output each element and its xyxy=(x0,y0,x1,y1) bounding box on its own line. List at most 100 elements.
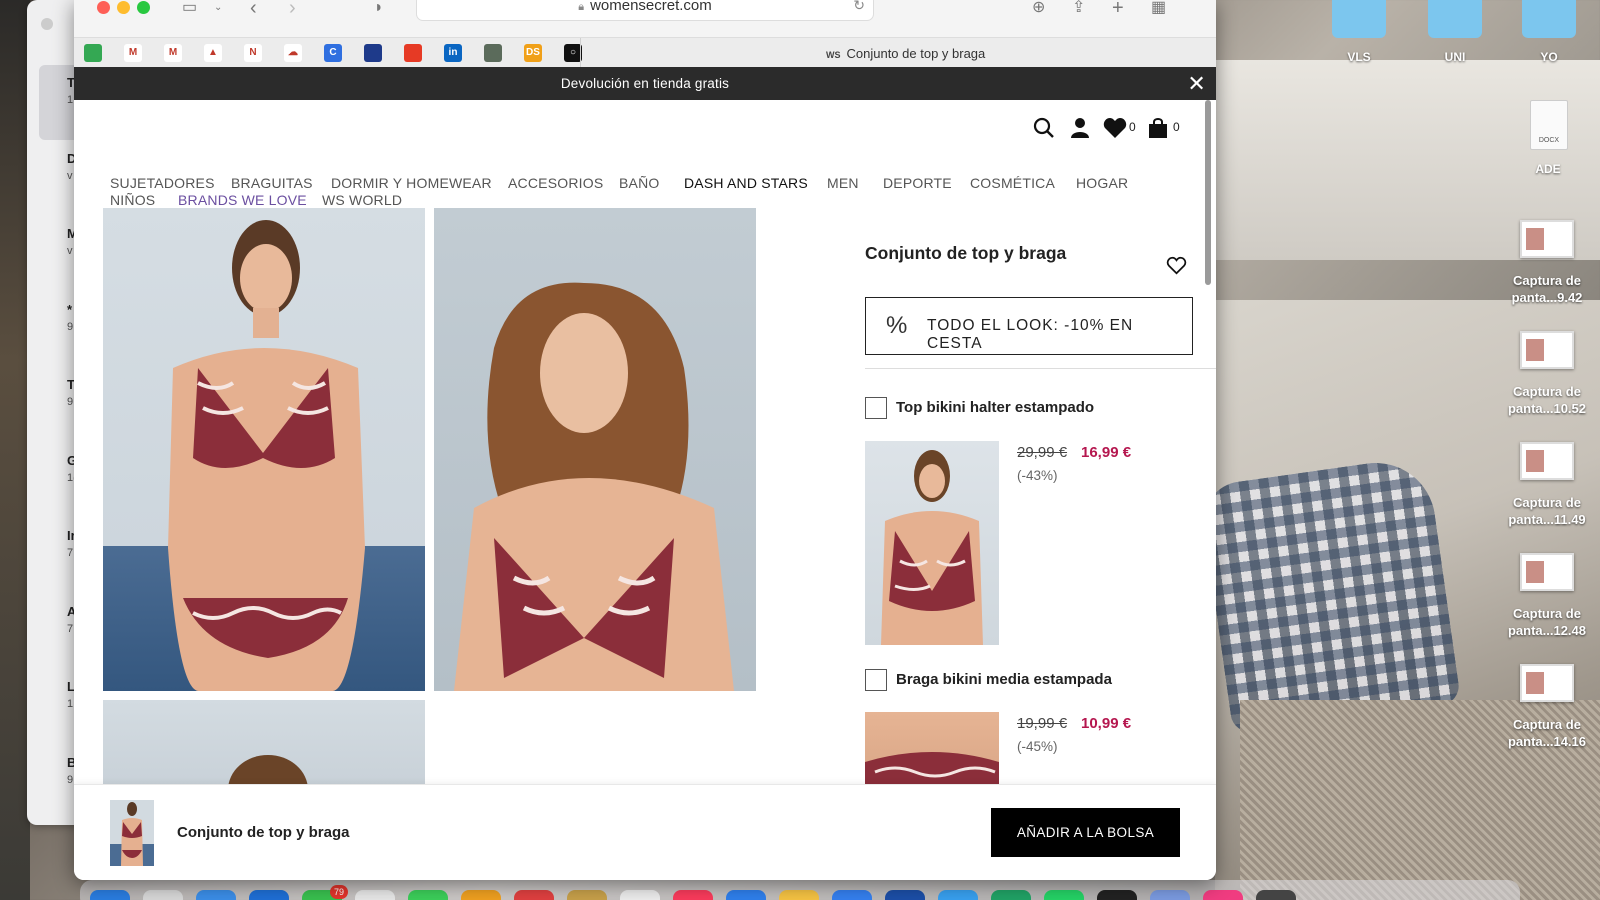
screenshot-file-icon[interactable] xyxy=(1520,331,1574,369)
nav-item-dormir-y-homewear[interactable]: DORMIR Y HOMEWEAR xyxy=(331,175,492,191)
product-photo-front[interactable] xyxy=(103,208,425,691)
shopping-bag-icon[interactable] xyxy=(1148,117,1168,139)
reload-icon[interactable]: ↻ xyxy=(853,0,865,16)
ds-icon[interactable]: DS xyxy=(524,44,542,62)
google-meet-icon[interactable] xyxy=(84,44,102,62)
download-icon[interactable]: ⊕ xyxy=(1032,0,1045,16)
dock-app-icon[interactable] xyxy=(249,890,289,900)
add-to-bag-button[interactable]: AÑADIR A LA BOLSA xyxy=(991,808,1180,857)
nav-item-braguitas[interactable]: BRAGUITAS xyxy=(231,175,313,191)
cloud-icon[interactable]: ☁ xyxy=(284,44,302,62)
dock-app-icon[interactable] xyxy=(461,890,501,900)
address-bar[interactable]: 🔒︎ womensecret.com ↻ xyxy=(416,0,874,21)
nav-item-ws-world[interactable]: WS WORLD xyxy=(322,192,402,208)
dock-app-icon[interactable] xyxy=(620,890,660,900)
gmail-icon[interactable]: M xyxy=(124,44,142,62)
item-checkbox-top[interactable] xyxy=(865,397,887,419)
folder-icon[interactable] xyxy=(1332,0,1386,38)
shield-app-icon[interactable] xyxy=(404,44,422,62)
share-icon[interactable]: ⇪ xyxy=(1072,0,1085,16)
folder-icon[interactable] xyxy=(1522,0,1576,38)
screenshot-file-icon[interactable] xyxy=(1520,664,1574,702)
nav-item-men[interactable]: MEN xyxy=(827,175,859,191)
dock-app-icon[interactable] xyxy=(408,890,448,900)
complete-look-promo[interactable]: % TODO EL LOOK: -10% EN CESTA xyxy=(865,297,1193,355)
dock-app-icon[interactable] xyxy=(1256,890,1296,900)
wishlist-count: 0 xyxy=(1129,120,1136,134)
minimize-window-button[interactable] xyxy=(117,1,130,14)
search-icon[interactable] xyxy=(1033,117,1055,139)
lock-icon: 🔒︎ xyxy=(578,1,585,13)
docx-file-icon[interactable]: DOCX xyxy=(1530,100,1568,150)
screenshot-label-line: Captura de xyxy=(1513,717,1581,732)
close-window-button[interactable] xyxy=(97,1,110,14)
bank-icon[interactable] xyxy=(364,44,382,62)
active-tab[interactable]: WS Conjunto de top y braga xyxy=(826,46,985,61)
sidebar-icon[interactable]: ▭ xyxy=(182,0,197,16)
docx-badge: DOCX xyxy=(1538,137,1560,144)
dock-app-icon[interactable] xyxy=(885,890,925,900)
item-checkbox-bottom[interactable] xyxy=(865,669,887,691)
dock-badge: 79 xyxy=(330,885,348,899)
item-name-bottom[interactable]: Braga bikini media estampada xyxy=(896,671,1112,688)
netflix-icon[interactable]: N xyxy=(244,44,262,62)
screenshot-file-icon[interactable] xyxy=(1520,442,1574,480)
forward-icon[interactable]: › xyxy=(289,0,296,18)
add-to-wishlist-heart-icon[interactable] xyxy=(1166,256,1187,275)
tab-overview-icon[interactable]: ▦ xyxy=(1151,0,1166,16)
dock-app-icon[interactable] xyxy=(1150,890,1190,900)
google-drive-icon[interactable]: ▲ xyxy=(204,44,222,62)
dock-app-icon[interactable] xyxy=(991,890,1031,900)
nav-item-hogar[interactable]: HOGAR xyxy=(1076,175,1128,191)
model-illustration xyxy=(168,220,365,691)
product-photo-third[interactable] xyxy=(103,700,425,790)
dock-app-icon[interactable] xyxy=(673,890,713,900)
dock-app-icon[interactable] xyxy=(832,890,872,900)
linkedin-icon[interactable]: in xyxy=(444,44,462,62)
screenshot-label-line: panta...11.49 xyxy=(1508,512,1586,527)
dock-app-icon[interactable] xyxy=(567,890,607,900)
screenshot-file-icon[interactable] xyxy=(1520,220,1574,258)
screenshot-file-icon[interactable] xyxy=(1520,553,1574,591)
item-thumbnail-bottom[interactable] xyxy=(865,712,999,784)
nav-item-cosmetica[interactable]: COSMÉTICA xyxy=(970,175,1055,191)
dock-app-icon[interactable] xyxy=(1203,890,1243,900)
item-thumbnail-top[interactable] xyxy=(865,441,999,645)
nav-item-bano[interactable]: BAÑO xyxy=(619,175,659,191)
account-icon[interactable] xyxy=(1070,117,1090,139)
dock-app-icon[interactable] xyxy=(938,890,978,900)
dock-app-icon[interactable] xyxy=(1044,890,1084,900)
copy-app-icon[interactable] xyxy=(484,44,502,62)
page-scrollbar[interactable] xyxy=(1205,100,1211,285)
nav-item-accesorios[interactable]: ACCESORIOS xyxy=(508,175,603,191)
dock-app-icon[interactable] xyxy=(143,890,183,900)
nav-item-dash-and-stars[interactable]: DASH AND STARS xyxy=(684,175,808,191)
dock-app-icon[interactable] xyxy=(779,890,819,900)
nav-item-ninos[interactable]: NIÑOS xyxy=(110,192,155,208)
zoom-window-button[interactable] xyxy=(137,1,150,14)
dock-app-icon[interactable] xyxy=(90,890,130,900)
wishlist-heart-icon[interactable] xyxy=(1103,117,1127,139)
dock-app-icon[interactable] xyxy=(726,890,766,900)
chevron-down-icon[interactable]: ⌄ xyxy=(214,0,222,16)
screenshot-label-line: Captura de xyxy=(1513,495,1581,510)
privacy-shield-icon[interactable]: ◗ xyxy=(374,0,384,16)
nav-item-brands-we-love[interactable]: BRANDS WE LOVE xyxy=(178,192,307,208)
nav-item-sujetadores[interactable]: SUJETADORES xyxy=(110,175,215,191)
product-photo-closeup[interactable] xyxy=(434,208,756,691)
nav-item-deporte[interactable]: DEPORTE xyxy=(883,175,952,191)
dock-app-icon[interactable] xyxy=(196,890,236,900)
dock-app-icon[interactable] xyxy=(1097,890,1137,900)
mail-snippet: 1 xyxy=(67,94,74,106)
dock-app-icon[interactable] xyxy=(355,890,395,900)
screenshot-label-line: panta...12.48 xyxy=(1507,623,1587,638)
folder-icon[interactable] xyxy=(1428,0,1482,38)
gmail-2-icon[interactable]: M xyxy=(164,44,182,62)
c-app-icon[interactable]: C xyxy=(324,44,342,62)
dock-app-icon[interactable] xyxy=(514,890,554,900)
back-icon[interactable]: ‹ xyxy=(250,0,257,18)
item-name-top[interactable]: Top bikini halter estampado xyxy=(896,399,1094,416)
new-tab-icon[interactable]: + xyxy=(1112,0,1124,18)
inactive-traffic-light xyxy=(41,18,53,30)
close-icon[interactable]: ✕ xyxy=(1187,67,1206,100)
